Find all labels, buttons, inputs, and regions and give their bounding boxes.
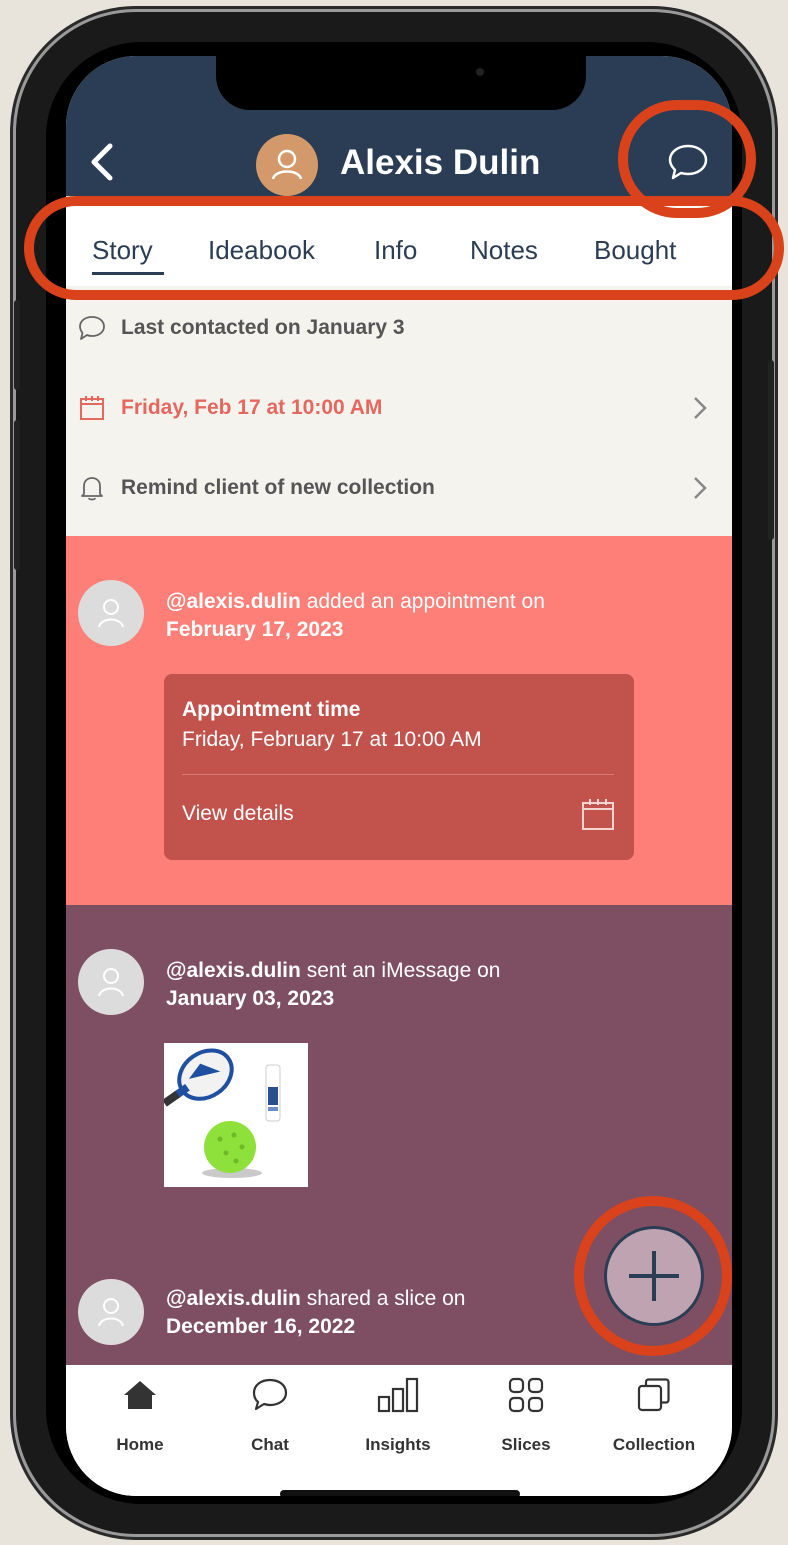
appointment-card-time: Friday, February 17 at 10:00 AM — [182, 728, 482, 751]
camera-notch — [216, 56, 586, 110]
person-icon — [98, 968, 124, 997]
client-avatar[interactable] — [256, 134, 318, 196]
appointment-label: Friday, Feb 17 at 10:00 AM — [121, 396, 383, 419]
appointment-card-title: Appointment time — [182, 698, 361, 721]
nav-label: Collection — [612, 1435, 696, 1454]
nav-label: Home — [116, 1435, 164, 1454]
appointment-card[interactable]: Appointment time Friday, February 17 at … — [164, 674, 634, 860]
person-icon — [98, 599, 124, 628]
nav-slices[interactable]: Slices — [466, 1375, 586, 1465]
client-summary: Last contacted on January 3 Friday, Feb … — [66, 286, 732, 536]
reminder-label: Remind client of new collection — [121, 476, 435, 499]
message-image-thumbnail[interactable] — [162, 1043, 308, 1187]
bell-icon — [81, 477, 103, 501]
feed-item-text: @alexis.dulin sent an iMessage on Januar… — [166, 957, 686, 1013]
person-icon — [98, 1298, 124, 1327]
collection-icon — [637, 1378, 670, 1412]
feed-date: January 03, 2023 — [166, 987, 335, 1010]
user-handle[interactable]: @alexis.dulin — [166, 1287, 301, 1310]
avatar — [78, 580, 144, 646]
back-chevron-icon — [91, 143, 113, 181]
divider — [182, 774, 614, 775]
page-title: Alexis Dulin — [340, 143, 541, 182]
feed-date: December 16, 2022 — [166, 1315, 356, 1338]
feed-item-text: @alexis.dulin added an appointment on Fe… — [166, 588, 686, 644]
phone-side-button — [14, 420, 20, 570]
feed-date: February 17, 2023 — [166, 618, 344, 641]
nav-label: Insights — [365, 1435, 431, 1454]
nav-collection[interactable]: Collection — [594, 1375, 714, 1465]
phone-side-button — [14, 300, 20, 390]
insights-icon — [377, 1377, 419, 1413]
chevron-right-icon — [690, 474, 710, 507]
calendar-icon — [80, 396, 104, 420]
chevron-right-icon — [690, 394, 710, 427]
chat-icon — [252, 1378, 288, 1411]
last-contacted-row: Last contacted on January 3 — [66, 296, 732, 366]
feed-action: sent an iMessage on — [300, 959, 501, 982]
bottom-nav: Home Chat Insights Slices Collection — [66, 1365, 732, 1496]
home-indicator — [280, 1490, 520, 1496]
camera-dot — [476, 68, 484, 76]
nav-chat[interactable]: Chat — [210, 1375, 330, 1465]
user-handle[interactable]: @alexis.dulin — [166, 590, 301, 613]
view-details-link[interactable]: View details — [182, 802, 294, 826]
nav-label: Slices — [501, 1435, 551, 1454]
calendar-icon — [582, 799, 614, 830]
feed-action: added an appointment on — [300, 590, 545, 613]
slices-icon — [508, 1377, 544, 1413]
home-icon — [124, 1381, 156, 1409]
product-image — [162, 1048, 281, 1178]
chat-bubble-icon — [79, 316, 105, 340]
avatar — [78, 949, 144, 1015]
nav-insights[interactable]: Insights — [338, 1375, 458, 1465]
annotation-outline-tabs — [24, 196, 784, 300]
appointment-row[interactable]: Friday, Feb 17 at 10:00 AM — [66, 376, 732, 446]
feed-action: shared a slice on — [300, 1287, 466, 1310]
last-contacted-label: Last contacted on January 3 — [121, 316, 405, 339]
back-button[interactable] — [86, 140, 120, 188]
reminder-row[interactable]: Remind client of new collection — [66, 456, 732, 526]
feed-item-appointment: @alexis.dulin added an appointment on Fe… — [66, 536, 732, 905]
person-icon — [271, 149, 303, 180]
nav-home[interactable]: Home — [80, 1375, 200, 1465]
avatar — [78, 1279, 144, 1345]
user-handle[interactable]: @alexis.dulin — [166, 959, 301, 982]
annotation-circle-add — [574, 1196, 732, 1356]
phone-side-button — [768, 360, 774, 540]
nav-label: Chat — [251, 1435, 289, 1454]
